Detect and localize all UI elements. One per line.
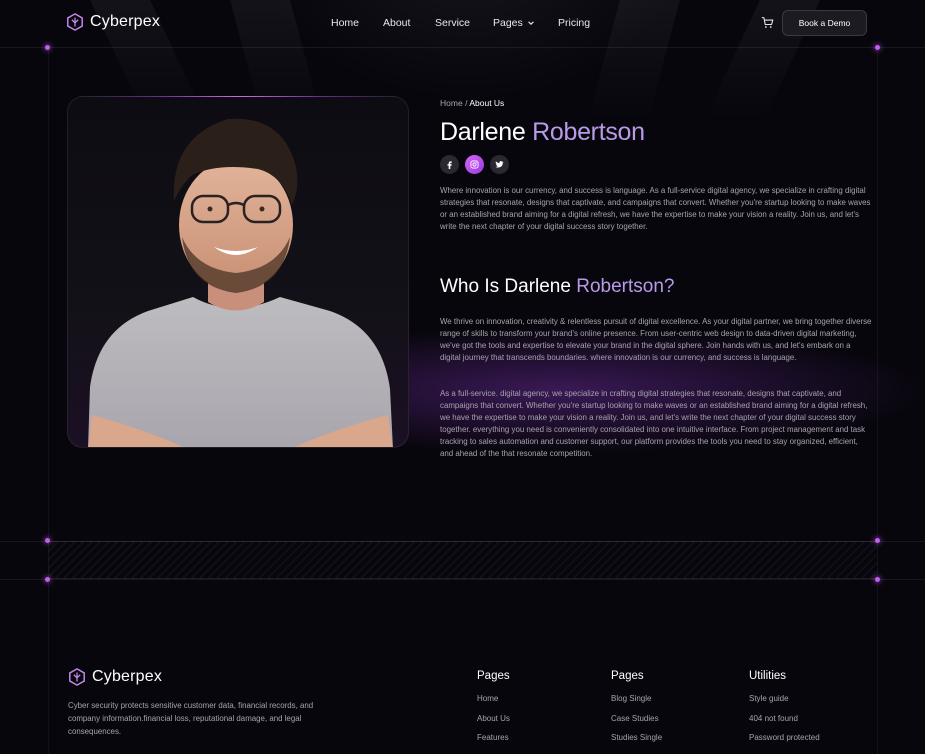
intro-paragraph: Where innovation is our currency, and su… <box>440 186 871 231</box>
footer-column-title: Pages <box>611 670 644 682</box>
footer-link-blog-single[interactable]: Blog Single <box>611 694 662 714</box>
bio-paragraph-1: We thrive on innovation, creativity & re… <box>440 317 872 362</box>
footer-column-title: Utilities <box>749 670 787 682</box>
section-heading-prefix: Who Is Darlene <box>440 276 571 297</box>
divider <box>48 47 49 754</box>
section-heading: Who Is Darlene Robertson? <box>440 276 674 298</box>
divider <box>877 47 878 754</box>
page-title: Darlene Robertson <box>440 118 645 147</box>
footer-link-about[interactable]: About Us <box>477 714 510 734</box>
bio-paragraph-2: As a full-service. digital agency, we sp… <box>440 389 868 458</box>
footer-link-style-guide[interactable]: Style guide <box>749 694 820 714</box>
nav-service[interactable]: Service <box>435 17 470 29</box>
book-demo-button[interactable]: Book a Demo <box>782 10 867 36</box>
breadcrumb-current: About Us <box>469 98 505 108</box>
last-name: Robertson <box>532 118 645 146</box>
facebook-link[interactable] <box>440 155 459 174</box>
footer-link-case-studies[interactable]: Case Studies <box>611 714 662 734</box>
footer-column-pages: Pages Home About Us Features <box>477 670 510 753</box>
footer-column-title: Pages <box>477 670 510 682</box>
twitter-icon <box>495 161 504 168</box>
nav-pages-label: Pages <box>493 17 523 29</box>
page: Cyberpex Home About Service Pages Pricin… <box>0 0 925 754</box>
nav-pages[interactable]: Pages <box>493 17 535 29</box>
light-beam <box>587 0 680 120</box>
twitter-link[interactable] <box>490 155 509 174</box>
brand-logo[interactable]: Cyberpex <box>66 13 160 31</box>
divider <box>0 47 925 48</box>
first-name: Darlene <box>440 118 526 146</box>
corner-dot <box>45 45 50 50</box>
chevron-down-icon <box>527 21 534 25</box>
footer-description: Cyber security protects sensitive custom… <box>68 701 314 736</box>
profile-photo <box>67 96 409 448</box>
logo-icon <box>69 668 85 686</box>
footer-link-features[interactable]: Features <box>477 733 510 753</box>
footer-link-password-protected[interactable]: Password protected <box>749 733 820 753</box>
social-links <box>440 155 509 174</box>
section-heading-highlight: Robertson? <box>576 276 675 297</box>
footer-link-404[interactable]: 404 not found <box>749 714 820 734</box>
instagram-link[interactable] <box>465 155 484 174</box>
facebook-icon <box>447 161 452 169</box>
breadcrumb: Home / About Us <box>440 98 504 108</box>
logo-icon <box>67 13 83 31</box>
nav-home[interactable]: Home <box>331 17 359 29</box>
footer-logo[interactable]: Cyberpex <box>68 668 162 686</box>
nav-about[interactable]: About <box>383 17 410 29</box>
decorative-band <box>48 541 877 579</box>
brand-name: Cyberpex <box>90 13 161 30</box>
footer-link-home[interactable]: Home <box>477 694 510 714</box>
footer-column-pages-2: Pages Blog Single Case Studies Studies S… <box>611 670 662 753</box>
divider <box>0 579 925 580</box>
cart-icon[interactable] <box>761 16 774 29</box>
footer-brand-name: Cyberpex <box>92 668 163 685</box>
footer-link-studies-single[interactable]: Studies Single <box>611 733 662 753</box>
breadcrumb-home[interactable]: Home <box>440 98 463 108</box>
breadcrumb-separator: / <box>465 98 468 108</box>
footer-column-utilities: Utilities Style guide 404 not found Pass… <box>749 670 820 753</box>
instagram-icon <box>470 160 479 169</box>
person-illustration <box>88 118 393 447</box>
corner-dot <box>875 45 880 50</box>
nav-pricing[interactable]: Pricing <box>558 17 590 29</box>
